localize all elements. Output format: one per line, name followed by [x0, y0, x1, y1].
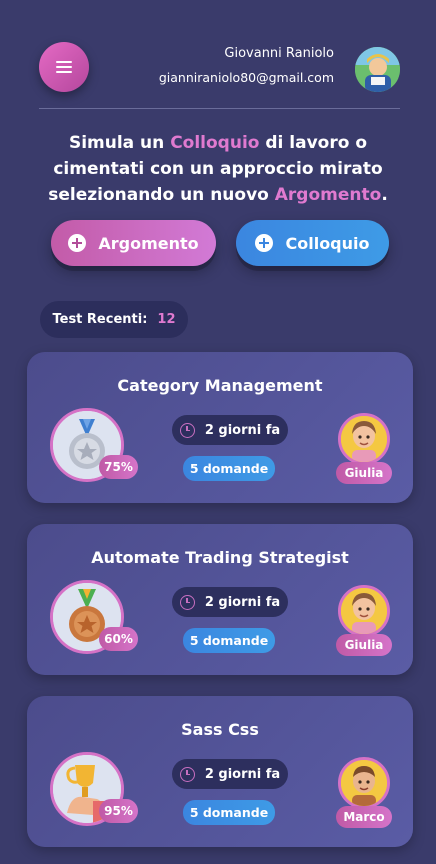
test-title: Automate Trading Strategist	[91, 548, 349, 567]
test-time: 2 giorni fa	[172, 415, 288, 445]
test-card[interactable]: Automate Trading Strategist 60% 2 giorni…	[27, 524, 413, 675]
user-name: Giovanni Raniolo	[224, 46, 334, 61]
questions-badge: 5 domande	[183, 628, 275, 653]
recent-tests-count: 12	[157, 312, 176, 327]
test-title: Sass Css	[181, 720, 259, 739]
plus-icon	[255, 234, 274, 252]
test-card[interactable]: Category Management 75% 2 giorni fa 5 do…	[27, 352, 413, 503]
score-badge: 75%	[99, 455, 138, 479]
interviewer-avatar	[338, 413, 390, 465]
recent-tests-badge: Test Recenti: 12	[40, 301, 188, 338]
interviewer-name: Marco	[336, 806, 392, 828]
intro-highlight-colloquio: Colloquio	[170, 133, 260, 153]
score-badge: 60%	[99, 627, 138, 651]
user-email: gianniraniolo80@gmail.com	[158, 70, 334, 85]
questions-badge: 5 domande	[183, 800, 275, 825]
test-time-label: 2 giorni fa	[204, 422, 281, 438]
test-time: 2 giorni fa	[172, 759, 288, 789]
clock-icon	[179, 422, 195, 438]
plus-icon	[68, 234, 87, 252]
test-time: 2 giorni fa	[172, 587, 288, 617]
interviewer-name: Giulia	[336, 634, 392, 656]
score-badge: 95%	[99, 799, 138, 823]
header-divider	[39, 108, 400, 109]
test-card[interactable]: Sass Css 95% 2 giorni fa 5 domande Marco	[27, 696, 413, 847]
interviewer-avatar	[338, 585, 390, 637]
clock-icon	[179, 594, 195, 610]
recent-tests-label: Test Recenti:	[52, 312, 148, 327]
test-time-label: 2 giorni fa	[204, 594, 281, 610]
hamburger-icon	[56, 61, 72, 73]
intro-highlight-argomento: Argomento	[274, 185, 382, 205]
user-avatar[interactable]	[355, 47, 400, 92]
clock-icon	[179, 766, 195, 782]
new-colloquio-button[interactable]: Colloquio	[236, 220, 389, 266]
questions-badge: 5 domande	[183, 456, 275, 481]
intro-text: Simula un Colloquio di lavoro o cimentat…	[48, 133, 388, 205]
menu-button[interactable]	[39, 42, 89, 92]
colloquio-label: Colloquio	[285, 233, 370, 253]
interviewer-name: Giulia	[336, 462, 392, 484]
app-header: Giovanni Raniolo gianniraniolo80@gmail.c…	[0, 0, 436, 108]
test-title: Category Management	[117, 376, 323, 395]
interviewer-avatar	[338, 757, 390, 809]
argomento-label: Argomento	[98, 233, 199, 253]
test-time-label: 2 giorni fa	[204, 766, 281, 782]
new-argomento-button[interactable]: Argomento	[51, 220, 216, 266]
